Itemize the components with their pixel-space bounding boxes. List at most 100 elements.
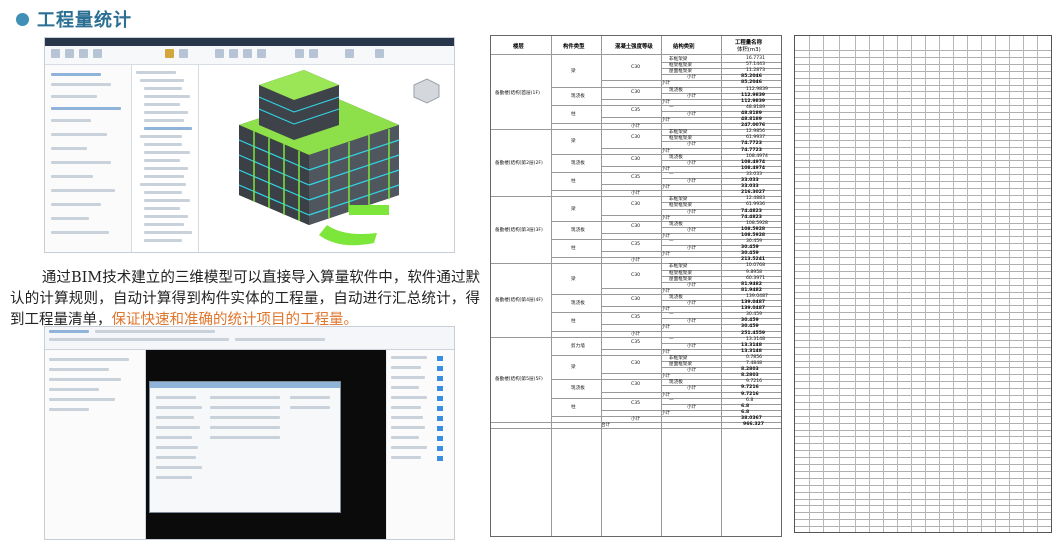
table-cell: 框架框架梁 — [669, 63, 692, 69]
table-cell: C35 — [631, 175, 641, 180]
table-cell: 小计 — [687, 142, 697, 148]
table-cell: 48.8189 — [741, 110, 762, 116]
table-cell: 现浇板 — [669, 154, 683, 160]
calculation-dialog[interactable] — [149, 381, 341, 513]
ledger-column — [1009, 36, 1010, 532]
project-panel — [45, 65, 132, 252]
table-cell: C35 — [631, 242, 641, 248]
table-cell: — — [669, 104, 674, 110]
table-cell: 现浇板 — [669, 380, 683, 386]
table-cell: C30 — [631, 297, 641, 302]
header-component: 构件类型 — [563, 44, 585, 50]
row-divider — [491, 336, 781, 338]
ledger-column — [1037, 36, 1038, 532]
bim-model-screenshot — [44, 37, 455, 253]
row-divider — [491, 196, 781, 198]
table-cell: 108.4974 — [741, 159, 766, 165]
ledger-row — [795, 395, 1051, 396]
table-cell: 61.9936 — [746, 202, 765, 208]
table-cell: 小计 — [661, 185, 671, 191]
ledger-row — [795, 401, 1051, 403]
table-cell: 小计 — [661, 325, 671, 331]
column-divider — [721, 36, 722, 536]
row-divider — [491, 422, 781, 423]
ledger-row — [795, 139, 1051, 141]
floor-name: 备勤楼[结构]第3层(3F) — [495, 227, 543, 233]
3d-viewport[interactable] — [199, 65, 454, 252]
table-cell: 12.4883 — [746, 196, 765, 202]
ledger-row — [795, 367, 1051, 369]
ledger-column — [953, 36, 954, 532]
table-cell: 7.4848 — [746, 361, 763, 366]
floor-name: 备勤楼[结构]首层(1F) — [495, 90, 540, 96]
ledger-row — [795, 457, 1051, 459]
table-cell: 小计 — [661, 81, 671, 87]
table-cell: 108.4974 — [746, 153, 768, 159]
table-cell: 小计 — [661, 410, 671, 416]
table-cell: C30 — [631, 382, 641, 388]
table-cell: 非框架梁 — [669, 355, 688, 361]
table-cell: 247.0076 — [741, 123, 766, 129]
ledger-column — [925, 36, 926, 532]
table-cell: 112.9839 — [741, 92, 766, 98]
table-cell: 9.7216 — [741, 391, 759, 397]
ledger-row — [795, 188, 1051, 189]
table-cell: 108.5928 — [741, 232, 766, 238]
ledger-row — [795, 512, 1051, 514]
table-cell: 小计 — [687, 282, 697, 288]
quantity-summary-table: 楼层 构件类型 混凝土强度等级 结构类别 工程量名称 体积(m3) 非框架梁 16… — [490, 35, 782, 537]
table-cell: 小计 — [661, 252, 671, 258]
table-cell: 现浇板 — [669, 221, 683, 227]
table-cell: 9.7216 — [746, 379, 763, 385]
table-cell: 9.8958 — [746, 269, 763, 275]
ledger-row — [795, 153, 1051, 155]
building-model-graphic — [238, 70, 440, 246]
table-cell: 30.459 — [746, 239, 763, 244]
ledger-row — [795, 436, 1051, 438]
table-cell: 小计 — [687, 404, 697, 410]
table-cell: 小计 — [661, 166, 671, 172]
table-cell: 小计 — [661, 374, 671, 380]
settings-panel — [45, 350, 146, 539]
table-cell: 108.4974 — [741, 165, 766, 171]
table-cell: 小计 — [687, 179, 697, 184]
ledger-row — [795, 464, 1051, 465]
table-cell: 16.7731 — [746, 56, 765, 61]
page-title: 工程量统计 — [37, 10, 132, 31]
table-cell: 小计 — [687, 368, 697, 374]
table-cell: 74.7723 — [741, 141, 762, 147]
table-cell: — — [669, 397, 674, 403]
table-cell: 小计 — [687, 343, 697, 349]
table-cell: 梁 — [571, 206, 576, 212]
ledger-column — [911, 36, 912, 532]
table-cell: 框架框架梁 — [669, 203, 692, 209]
table-cell: 小计 — [661, 392, 671, 398]
table-cell: 81.9482 — [741, 281, 762, 287]
detailed-quantity-ledger — [794, 35, 1052, 533]
table-cell: C35 — [631, 315, 641, 321]
ledger-row — [795, 429, 1051, 431]
table-cell: 8.2803 — [741, 373, 759, 379]
software-ribbon — [45, 327, 454, 350]
table-cell: 梁 — [571, 276, 576, 282]
grand-total-label: 合计 — [601, 423, 611, 428]
ledger-row — [795, 174, 1051, 176]
table-cell: 小计 — [631, 191, 641, 197]
table-cell: C30 — [631, 202, 641, 208]
ledger-row — [795, 470, 1051, 472]
table-cell: 30.459 — [741, 245, 759, 251]
table-cell: 60.3971 — [746, 275, 765, 281]
table-cell: 139.0487 — [741, 306, 766, 312]
table-cell: 梁 — [571, 139, 576, 145]
ledger-row — [795, 477, 1051, 479]
table-cell: 非框架梁 — [669, 197, 688, 203]
ledger-row — [795, 388, 1051, 390]
table-cell: C30 — [631, 89, 641, 95]
ledger-row — [795, 491, 1051, 493]
table-cell: 6.8 — [741, 409, 750, 415]
table-cell: 小计 — [631, 258, 641, 264]
header-floor: 楼层 — [513, 44, 524, 50]
table-cell: — — [669, 239, 674, 244]
table-cell: 小计 — [687, 160, 697, 166]
table-cell: 61.9937 — [746, 135, 765, 141]
